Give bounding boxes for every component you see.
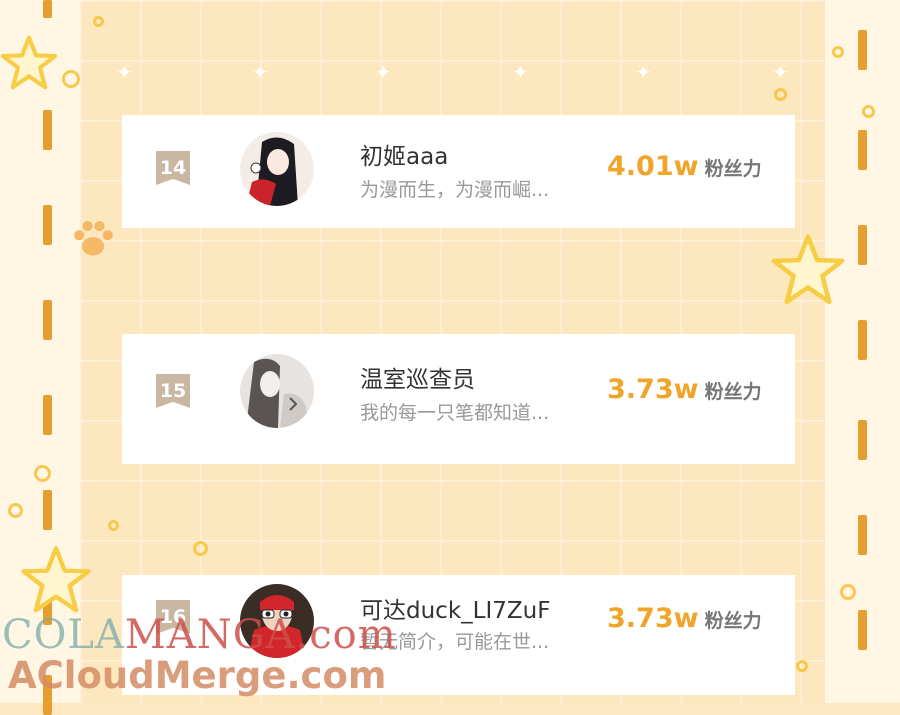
ranking-card[interactable]: 14 初姬aaa 为漫而生，为漫而崛... 4.01w 粉丝力 [122,115,795,228]
dash-decoration [43,205,52,245]
dash-decoration [858,225,867,265]
avatar[interactable] [240,354,314,428]
ring-decoration [93,16,104,27]
fans-value: 3.73w [607,374,699,405]
fans-value: 3.73w [607,603,699,634]
ranking-card[interactable]: 15 温室巡查员 我的每一只笔都知道... 3.73w 粉丝力 [122,334,795,464]
dash-decoration [43,300,52,340]
sparkle-icon: ✦ [512,60,529,84]
dash-decoration [43,490,52,530]
avatar-image [240,132,314,206]
ring-decoration [832,46,844,58]
ring-decoration [34,465,51,482]
dash-decoration [43,110,52,150]
paw-icon [74,220,113,256]
fans-score: 3.73w 粉丝力 [607,374,762,405]
fans-unit: 粉丝力 [704,610,762,632]
ring-decoration [62,70,80,88]
ring-decoration [8,503,23,518]
sparkle-icon: ✦ [772,60,789,84]
star-icon [771,234,845,305]
ring-decoration [193,541,208,556]
dash-decoration [858,130,867,170]
sparkle-icon: ✦ [635,60,652,84]
avatar[interactable] [240,132,314,206]
fans-score: 4.01w 粉丝力 [607,151,762,182]
ring-decoration [840,584,856,600]
star-icon [0,35,58,90]
rank-badge: 15 [156,374,190,408]
user-name[interactable]: 初姬aaa [360,137,448,171]
user-name[interactable]: 温室巡查员 [360,360,475,394]
ring-decoration [862,105,875,118]
dash-decoration [858,610,867,650]
dash-decoration [858,320,867,360]
watermark-acloudmerge: ACloudMerge.com [8,654,387,697]
dash-decoration [43,395,52,435]
sparkle-icon: ✦ [375,60,392,84]
star-icon [21,546,91,613]
fans-value: 4.01w [607,151,699,182]
dash-decoration [858,515,867,555]
user-description: 我的每一只笔都知道... [360,402,550,424]
dash-decoration [858,420,867,460]
ring-decoration [774,88,787,101]
dash-decoration [858,30,867,70]
fans-unit: 粉丝力 [704,381,762,403]
fans-score: 3.73w 粉丝力 [607,603,762,634]
avatar-image [240,354,314,428]
rank-badge: 14 [156,151,190,185]
sparkle-icon: ✦ [252,60,269,84]
ring-decoration [796,660,808,672]
fans-unit: 粉丝力 [704,158,762,180]
ring-decoration [108,520,119,531]
user-description: 为漫而生，为漫而崛... [360,179,550,201]
watermark-colamanga: COLAMANGA.com [2,612,397,658]
sparkle-icon: ✦ [116,60,133,84]
dash-decoration [43,0,52,18]
